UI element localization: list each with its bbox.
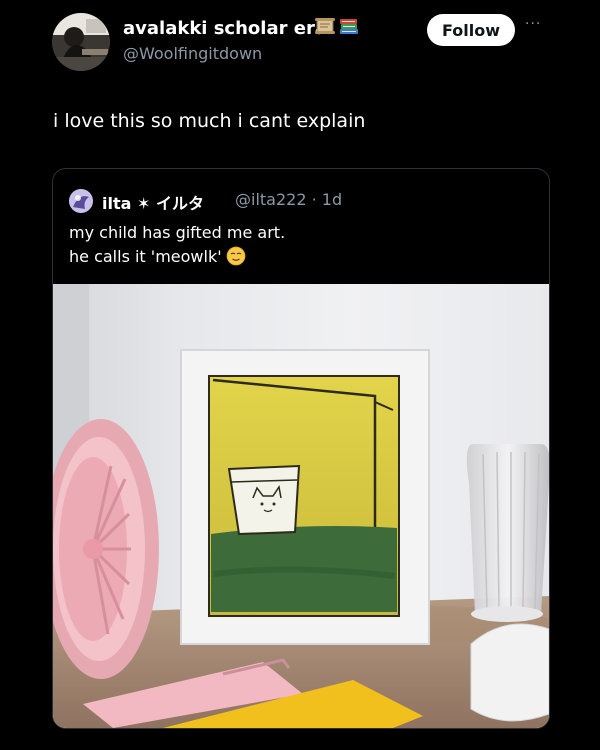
quoted-post-photo[interactable] [53, 284, 549, 728]
name-badges [314, 16, 360, 36]
post-text: i love this so much i cant explain [53, 110, 366, 132]
author-display-name[interactable]: avalakki scholar era [123, 18, 327, 39]
framed-drawing [180, 349, 430, 645]
photo-scene [53, 284, 549, 728]
author-avatar[interactable] [52, 13, 110, 71]
scroll-icon [315, 18, 335, 34]
books-icon [340, 19, 358, 34]
follow-button[interactable]: Follow [427, 14, 515, 46]
quoted-text-line-2: he calls it 'meowlk' [69, 247, 222, 266]
glass-lamp [466, 444, 549, 722]
avatar-image [52, 13, 110, 71]
author-handle[interactable]: @Woolfingitdown [123, 44, 262, 63]
quoted-text-line-1: my child has gifted me art. [69, 223, 286, 242]
quoted-post-text: my child has gifted me art. he calls it … [69, 221, 285, 273]
quoted-author-handle-time[interactable]: @ilta222 · 1d [235, 190, 342, 209]
relieved-face-emoji [226, 246, 246, 273]
quoted-post-card[interactable]: ilta ✶ イルタ @ilta222 · 1d my child has gi… [52, 168, 550, 729]
quoted-avatar-image [69, 189, 93, 213]
quoted-author-name[interactable]: ilta ✶ イルタ [102, 190, 204, 214]
quoted-text-line-2-wrap: he calls it 'meowlk' [69, 245, 285, 273]
quoted-author-avatar[interactable] [69, 189, 93, 213]
more-options-icon[interactable]: ··· [525, 16, 541, 32]
